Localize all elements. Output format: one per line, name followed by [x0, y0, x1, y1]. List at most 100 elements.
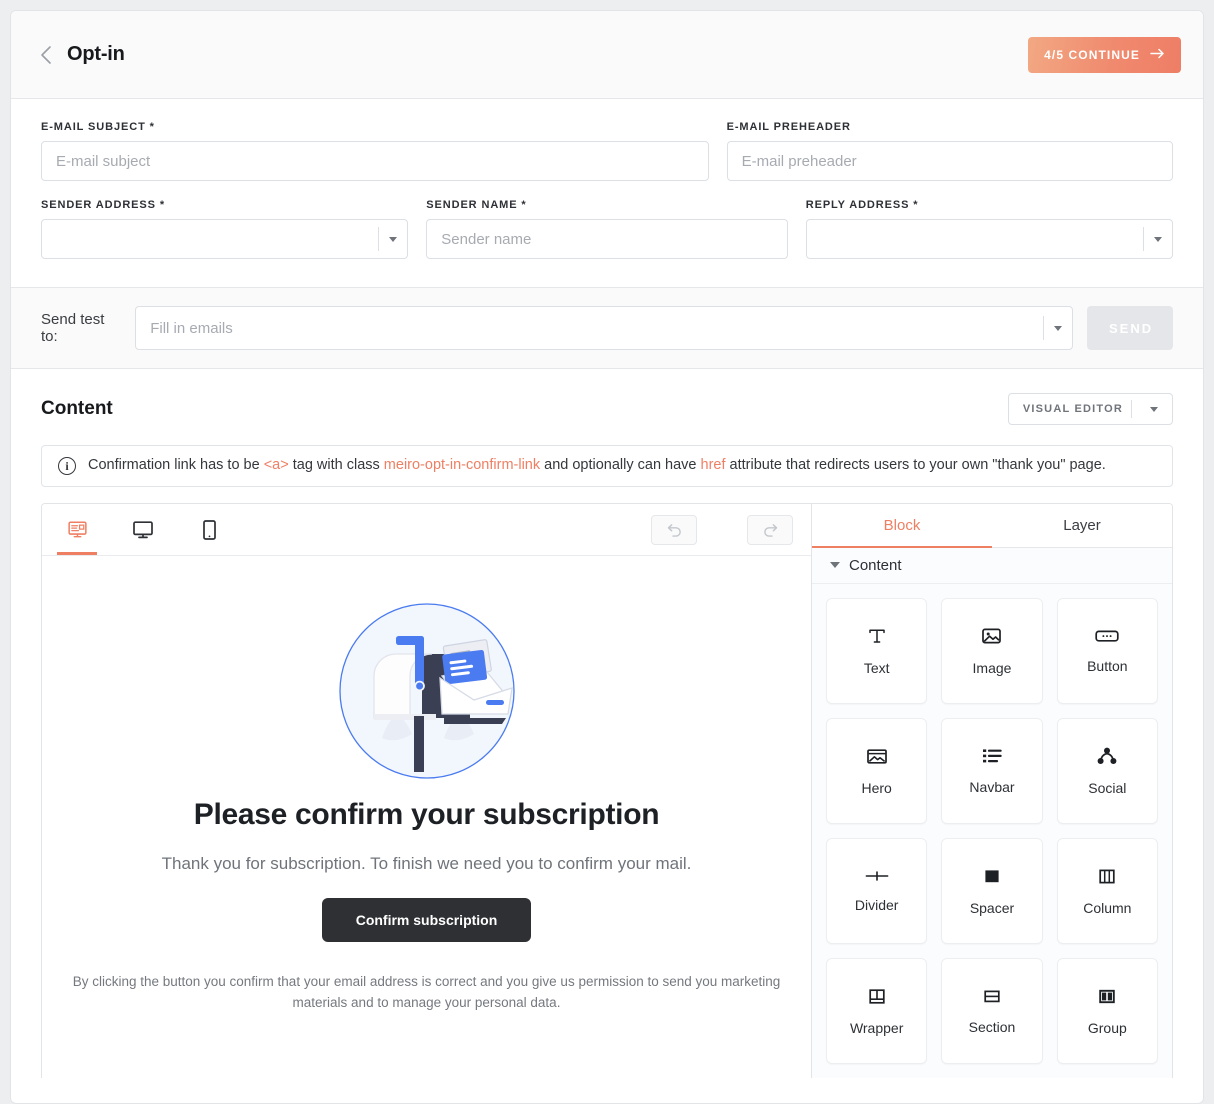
- chevron-down-icon[interactable]: [1140, 390, 1168, 428]
- field-reply-address: REPLY ADDRESS *: [805, 199, 1174, 259]
- visual-editor-label: VISUAL EDITOR: [1022, 403, 1123, 415]
- block-card-button[interactable]: Button: [1056, 598, 1158, 704]
- send-test-label: Send test to:: [41, 311, 105, 345]
- confirmation-link-info: i Confirmation link has to be <a> tag wi…: [41, 445, 1173, 487]
- image-icon: [981, 626, 1002, 646]
- undo-button[interactable]: [651, 514, 697, 545]
- email-preheader-input[interactable]: E-mail preheader: [726, 141, 1173, 181]
- button-icon: [1095, 628, 1119, 644]
- sender-address-label: SENDER ADDRESS *: [41, 199, 166, 211]
- newsletter-view-icon[interactable]: [57, 504, 97, 555]
- confirm-subscription-button[interactable]: Confirm subscription: [321, 898, 532, 942]
- block-card-section[interactable]: Section: [941, 958, 1043, 1064]
- send-test-bar: Send test to: Fill in emails SEND: [11, 288, 1203, 369]
- reply-address-label: REPLY ADDRESS *: [805, 199, 919, 211]
- block-card-spacer[interactable]: Spacer: [941, 838, 1043, 944]
- send-test-placeholder: Fill in emails: [150, 319, 233, 337]
- block-label: Divider: [854, 897, 899, 913]
- editor-canvas-pane: Please confirm your subscription Thank y…: [42, 504, 812, 1078]
- info-icon: i: [58, 457, 76, 475]
- page-header: Opt-in 4/5 CONTINUE: [11, 11, 1203, 99]
- block-label: Group: [1087, 1019, 1127, 1036]
- block-label: Button: [1087, 658, 1128, 674]
- info-message: Confirmation link has to be <a> tag with…: [88, 456, 1106, 476]
- info-part-1: Confirmation link has to be: [88, 457, 264, 474]
- canvas-toolbar: [42, 504, 811, 556]
- navbar-icon: [981, 747, 1003, 765]
- info-code-a-tag: <a>: [263, 457, 289, 474]
- wrapper-icon: [867, 987, 887, 1006]
- field-sender-address: SENDER ADDRESS *: [41, 199, 409, 259]
- chevron-left-icon[interactable]: [33, 42, 59, 68]
- social-icon: [1096, 746, 1118, 766]
- app-root: Opt-in 4/5 CONTINUE E-MAIL SUBJECT * E-m…: [0, 0, 1214, 1104]
- block-label: Column: [1083, 899, 1132, 916]
- chevron-down-icon[interactable]: [1044, 309, 1072, 347]
- continue-label: 4/5 CONTINUE: [1044, 47, 1140, 62]
- block-card-navbar[interactable]: Navbar: [941, 718, 1043, 824]
- desktop-view-icon[interactable]: [126, 504, 160, 555]
- mobile-view-icon[interactable]: [192, 504, 226, 555]
- block-label: Text: [863, 660, 890, 676]
- form-row-2: SENDER ADDRESS * SENDER NAME * Sender na…: [41, 199, 1174, 259]
- block-grid: Text Image Button Hero Navbar Social Div…: [812, 584, 1172, 1078]
- block-pane: Block Layer Content Text Image Button He…: [812, 504, 1172, 1078]
- hero-icon: [866, 747, 888, 766]
- opt-in-card: Opt-in 4/5 CONTINUE E-MAIL SUBJECT * E-m…: [10, 10, 1204, 1104]
- block-label: Social: [1088, 780, 1127, 796]
- content-header: Content VISUAL EDITOR: [41, 393, 1173, 425]
- chevron-down-icon[interactable]: [379, 220, 407, 258]
- visual-editor-dropdown[interactable]: VISUAL EDITOR: [1007, 390, 1173, 428]
- arrow-right-icon: [1150, 48, 1165, 62]
- block-card-divider[interactable]: Divider: [826, 838, 928, 944]
- tab-block[interactable]: Block: [812, 504, 992, 548]
- info-code-class: meiro-opt-in-confirm-link: [383, 457, 541, 474]
- divider-icon: [865, 869, 889, 883]
- block-label: Wrapper: [849, 1019, 904, 1036]
- block-card-hero[interactable]: Hero: [826, 718, 928, 824]
- pane-tabs: Block Layer: [812, 504, 1172, 548]
- sender-address-select[interactable]: [41, 219, 409, 259]
- reply-address-select[interactable]: [805, 219, 1174, 259]
- email-heading: Please confirm your subscription: [193, 798, 660, 831]
- block-card-column[interactable]: Column: [1056, 838, 1158, 944]
- info-part-4: attribute that redirects users to your o…: [725, 457, 1106, 474]
- block-card-group[interactable]: Group: [1056, 958, 1158, 1064]
- redo-button[interactable]: [747, 514, 793, 545]
- email-preheader-label: E-MAIL PREHEADER: [726, 121, 851, 133]
- text-icon: [867, 626, 887, 646]
- block-card-wrapper[interactable]: Wrapper: [826, 958, 928, 1064]
- email-preview-canvas[interactable]: Please confirm your subscription Thank y…: [42, 556, 811, 1078]
- email-subject-placeholder: E-mail subject: [56, 152, 151, 170]
- visual-editor-divider: [1131, 400, 1132, 418]
- block-group-content[interactable]: Content: [812, 547, 1172, 584]
- block-label: Hero: [861, 779, 892, 796]
- email-subject-label: E-MAIL SUBJECT *: [41, 121, 155, 133]
- field-sender-name: SENDER NAME * Sender name: [426, 199, 788, 259]
- email-settings-form: E-MAIL SUBJECT * E-mail subject E-MAIL P…: [11, 99, 1203, 288]
- info-code-href: href: [700, 457, 726, 474]
- block-card-text[interactable]: Text: [826, 598, 928, 704]
- block-card-social[interactable]: Social: [1056, 718, 1158, 824]
- chevron-down-icon[interactable]: [1144, 220, 1172, 258]
- block-label: Section: [968, 1018, 1016, 1035]
- mailbox-illustration: [338, 603, 515, 779]
- send-test-input[interactable]: Fill in emails: [135, 306, 1073, 350]
- info-part-3: and optionally can have: [540, 457, 701, 474]
- send-test-button[interactable]: SEND: [1086, 306, 1173, 350]
- sender-name-input[interactable]: Sender name: [426, 219, 788, 259]
- field-email-subject: E-MAIL SUBJECT * E-mail subject: [41, 121, 709, 181]
- form-row-1: E-MAIL SUBJECT * E-mail subject E-MAIL P…: [41, 121, 1173, 181]
- caret-down-icon: [830, 562, 840, 569]
- email-subject-input[interactable]: E-mail subject: [41, 141, 709, 181]
- column-icon: [1097, 867, 1117, 886]
- spacer-icon: [982, 866, 1002, 886]
- block-card-image[interactable]: Image: [941, 598, 1043, 704]
- content-title: Content: [41, 398, 113, 419]
- content-section: Content VISUAL EDITOR i Confirmation lin…: [11, 369, 1203, 1078]
- tab-layer[interactable]: Layer: [992, 504, 1172, 547]
- email-fineprint: By clicking the button you confirm that …: [72, 974, 781, 1010]
- block-label: Image: [972, 660, 1012, 676]
- continue-button[interactable]: 4/5 CONTINUE: [1028, 36, 1181, 73]
- sender-name-label: SENDER NAME *: [426, 199, 527, 211]
